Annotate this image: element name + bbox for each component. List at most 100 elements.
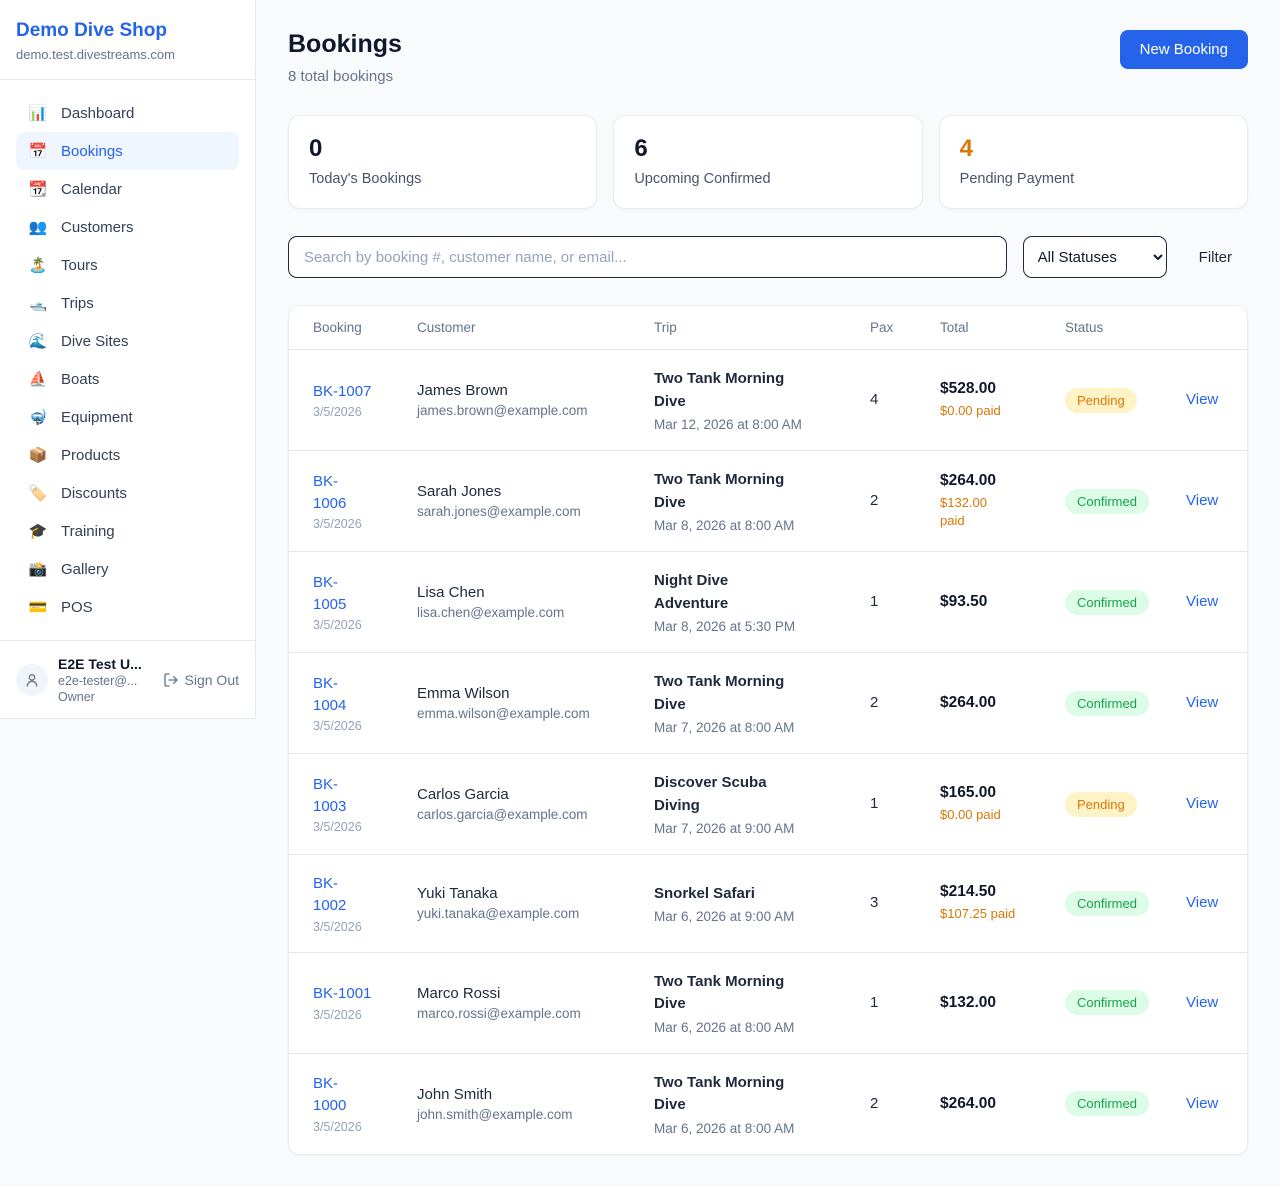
sidebar-item-products[interactable]: 📦 Products — [16, 436, 239, 474]
customer-email: yuki.tanaka@example.com — [417, 906, 622, 921]
status-badge: Confirmed — [1065, 891, 1149, 916]
sidebar-item-training[interactable]: 🎓 Training — [16, 512, 239, 550]
stats-row: 0 Today's Bookings 6 Upcoming Confirmed … — [288, 115, 1248, 209]
stat-card: 6 Upcoming Confirmed — [613, 115, 922, 209]
booking-link[interactable]: BK-1001 — [313, 983, 385, 1005]
total-value: $132.00 — [940, 994, 1033, 1012]
customer-name: Carlos Garcia — [417, 786, 622, 803]
sidebar-item-equipment[interactable]: 🤿 Equipment — [16, 398, 239, 436]
booking-date: 3/5/2026 — [313, 517, 385, 531]
trip-name: Two Tank Morning Dive — [654, 1072, 796, 1117]
view-link[interactable]: View — [1186, 492, 1218, 509]
trip-time: Mar 12, 2026 at 8:00 AM — [654, 417, 838, 432]
customer-email: james.brown@example.com — [417, 403, 622, 418]
stat-label: Today's Bookings — [309, 171, 576, 187]
paid-amount: $0.00 paid — [940, 806, 1033, 824]
user-email: e2e-tester@... — [58, 674, 153, 688]
sidebar-item-label: POS — [61, 599, 93, 616]
trip-time: Mar 7, 2026 at 9:00 AM — [654, 821, 838, 836]
trip-name: Snorkel Safari — [654, 883, 796, 906]
booking-link[interactable]: BK- 1005 — [313, 572, 385, 616]
table-row: BK-1007 3/5/2026 James Brown james.brown… — [289, 350, 1247, 451]
customer-email: carlos.garcia@example.com — [417, 807, 622, 822]
sidebar-item-bookings[interactable]: 📅 Bookings — [16, 132, 239, 170]
customer-name: Yuki Tanaka — [417, 885, 622, 902]
customer-name: James Brown — [417, 382, 622, 399]
pax-value: 1 — [870, 795, 878, 812]
view-link[interactable]: View — [1186, 994, 1218, 1011]
col-header-booking: Booking — [289, 306, 401, 350]
sidebar-item-label: Tours — [61, 257, 98, 274]
filter-row: All Statuses Filter — [288, 236, 1248, 278]
search-input[interactable] — [288, 236, 1007, 278]
view-link[interactable]: View — [1186, 795, 1218, 812]
customer-email: emma.wilson@example.com — [417, 706, 622, 721]
total-value: $165.00 — [940, 784, 1033, 802]
view-link[interactable]: View — [1186, 694, 1218, 711]
stat-value: 0 — [309, 135, 576, 163]
view-link[interactable]: View — [1186, 894, 1218, 911]
booking-date: 3/5/2026 — [313, 1008, 385, 1022]
sidebar-item-discounts[interactable]: 🏷️ Discounts — [16, 474, 239, 512]
sidebar-item-pos[interactable]: 💳 POS — [16, 588, 239, 626]
status-select[interactable]: All Statuses — [1023, 236, 1167, 278]
app-root: Demo Dive Shop demo.test.divestreams.com… — [0, 0, 1280, 1187]
view-link[interactable]: View — [1186, 391, 1218, 408]
pax-value: 4 — [870, 391, 878, 408]
trip-time: Mar 8, 2026 at 8:00 AM — [654, 518, 838, 533]
trip-name: Two Tank Morning Dive — [654, 971, 796, 1016]
view-link[interactable]: View — [1186, 1095, 1218, 1112]
sidebar-item-dive-sites[interactable]: 🌊 Dive Sites — [16, 322, 239, 360]
package-icon: 📦 — [28, 446, 48, 464]
sidebar-item-label: Equipment — [61, 409, 133, 426]
page-title: Bookings — [288, 30, 402, 59]
sidebar-item-boats[interactable]: ⛵ Boats — [16, 360, 239, 398]
view-link[interactable]: View — [1186, 593, 1218, 610]
sidebar-item-gallery[interactable]: 📸 Gallery — [16, 550, 239, 588]
booking-link[interactable]: BK- 1000 — [313, 1073, 385, 1117]
trip-time: Mar 7, 2026 at 8:00 AM — [654, 720, 838, 735]
sign-out-button[interactable]: Sign Out — [163, 672, 239, 688]
filter-button[interactable]: Filter — [1183, 241, 1248, 274]
tearoff-calendar-icon: 📆 — [28, 180, 48, 198]
total-value: $264.00 — [940, 472, 1033, 490]
booking-link[interactable]: BK-1007 — [313, 381, 385, 403]
booking-link[interactable]: BK- 1006 — [313, 471, 385, 515]
sidebar-item-dashboard[interactable]: 📊 Dashboard — [16, 94, 239, 132]
sidebar-item-label: Dashboard — [61, 105, 134, 122]
sidebar-item-label: Bookings — [61, 143, 123, 160]
sidebar-item-calendar[interactable]: 📆 Calendar — [16, 170, 239, 208]
trip-name: Two Tank Morning Dive — [654, 671, 796, 716]
booking-link[interactable]: BK- 1002 — [313, 873, 385, 917]
stat-label: Pending Payment — [960, 171, 1227, 187]
booking-link[interactable]: BK- 1003 — [313, 774, 385, 818]
booking-date: 3/5/2026 — [313, 405, 385, 419]
status-badge: Confirmed — [1065, 1091, 1149, 1116]
sidebar-item-label: Customers — [61, 219, 134, 236]
sidebar-item-tours[interactable]: 🏝️ Tours — [16, 246, 239, 284]
col-header-customer: Customer — [401, 306, 638, 350]
graduation-cap-icon: 🎓 — [28, 522, 48, 540]
col-header-trip: Trip — [638, 306, 854, 350]
pax-value: 2 — [870, 492, 878, 509]
person-icon — [24, 672, 40, 688]
sidebar-item-customers[interactable]: 👥 Customers — [16, 208, 239, 246]
credit-card-icon: 💳 — [28, 598, 48, 616]
people-icon: 👥 — [28, 218, 48, 236]
trip-name: Night Dive Adventure — [654, 570, 796, 615]
sidebar-item-trips[interactable]: 🛥️ Trips — [16, 284, 239, 322]
status-badge: Confirmed — [1065, 691, 1149, 716]
customer-email: lisa.chen@example.com — [417, 605, 622, 620]
wave-icon: 🌊 — [28, 332, 48, 350]
booking-date: 3/5/2026 — [313, 719, 385, 733]
booking-link[interactable]: BK- 1004 — [313, 673, 385, 717]
calendar-icon: 📅 — [28, 142, 48, 160]
motorboat-icon: 🛥️ — [28, 294, 48, 312]
trip-time: Mar 6, 2026 at 8:00 AM — [654, 1121, 838, 1136]
user-name: E2E Test U... — [58, 656, 153, 672]
sidebar-item-label: Dive Sites — [61, 333, 129, 350]
status-badge: Confirmed — [1065, 990, 1149, 1015]
col-header-status: Status — [1049, 306, 1170, 350]
new-booking-button[interactable]: New Booking — [1120, 30, 1248, 69]
status-badge: Pending — [1065, 388, 1137, 413]
